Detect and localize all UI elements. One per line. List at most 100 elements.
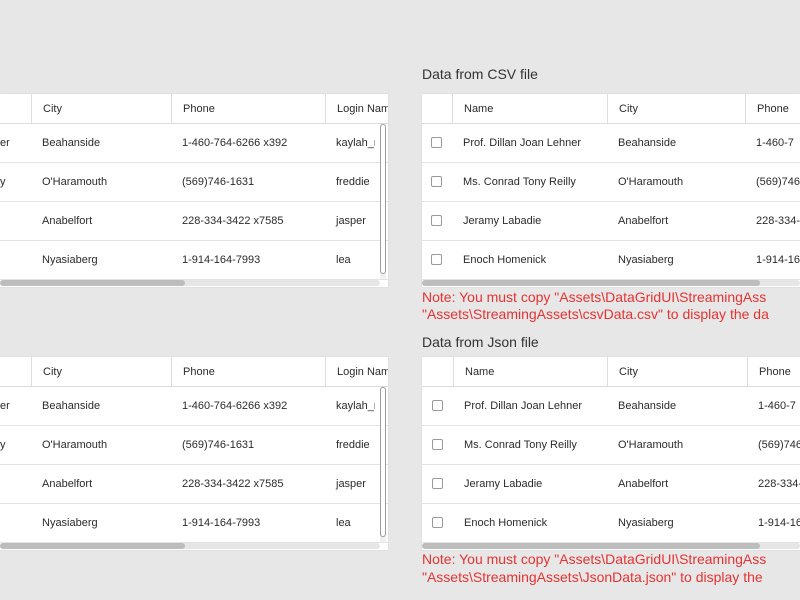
row-checkbox[interactable] <box>431 254 442 265</box>
name-cell: y <box>0 439 6 451</box>
vertical-scroll-thumb[interactable] <box>380 124 386 274</box>
login-cell: lea <box>336 517 351 529</box>
json-grid: Name City Phone Prof. Dillan Joan Lehner… <box>422 357 800 550</box>
name-cell <box>0 241 31 279</box>
header-select[interactable] <box>422 357 453 386</box>
horizontal-scroll-thumb[interactable] <box>422 280 760 286</box>
row-checkbox[interactable] <box>432 478 443 489</box>
row-checkbox[interactable] <box>432 400 443 411</box>
phone-cell: (569)746 <box>758 439 800 451</box>
city-cell: Nyasiaberg <box>618 517 674 529</box>
table-row[interactable]: Nyasiaberg 1-914-164-7993 lea <box>0 241 388 280</box>
grid-header: Name City Phone <box>422 357 800 387</box>
name-cell: Ms. Conrad Tony Reilly <box>464 439 577 451</box>
phone-cell: (569)746 <box>756 176 800 188</box>
table-row[interactable]: Ms. Conrad Tony Reilly O'Haramouth (569)… <box>422 163 800 202</box>
header-city[interactable]: City <box>607 357 747 386</box>
city-cell: Nyasiaberg <box>42 254 98 266</box>
json-note-line1: Note: You must copy "Assets\DataGridUI\S… <box>422 551 767 567</box>
name-cell: Jeramy Labadie <box>463 215 542 227</box>
city-cell: Anabelfort <box>618 478 669 490</box>
csv-grid: Name City Phone Prof. Dillan Joan Lehner… <box>422 94 800 287</box>
header-phone[interactable]: Phone <box>171 357 325 386</box>
city-cell: O'Haramouth <box>42 439 108 451</box>
csv-section-title: Data from CSV file <box>422 66 538 82</box>
name-cell <box>0 465 31 503</box>
phone-cell: 1-460-764-6266 x392 <box>182 400 288 412</box>
header-name[interactable]: Name <box>452 94 607 123</box>
table-row[interactable]: Ms. Conrad Tony Reilly O'Haramouth (569)… <box>422 426 800 465</box>
table-row[interactable]: y O'Haramouth (569)746-1631 freddie <box>0 163 388 202</box>
header-phone[interactable]: Phone <box>747 357 800 386</box>
table-row[interactable]: Prof. Dillan Joan Lehner Beahanside 1-46… <box>422 387 800 426</box>
phone-cell: 1-460-7 <box>758 400 796 412</box>
phone-cell: 1-460-7 <box>756 137 794 149</box>
login-cell: freddie <box>336 439 370 451</box>
header-name[interactable]: Name <box>453 357 607 386</box>
table-row[interactable]: Jeramy Labadie Anabelfort 228-334- <box>422 465 800 504</box>
table-row[interactable]: Enoch Homenick Nyasiaberg 1-914-16 <box>422 504 800 543</box>
table-row[interactable]: Enoch Homenick Nyasiaberg 1-914-16 <box>422 241 800 280</box>
header-city[interactable]: City <box>31 357 171 386</box>
name-cell <box>0 202 31 240</box>
table-row[interactable]: er Beahanside 1-460-764-6266 x392 kaylah… <box>0 387 388 426</box>
grid-header: City Phone Login Nam <box>0 94 388 124</box>
phone-cell: 1-914-164-7993 <box>182 254 261 266</box>
phone-cell: 1-914-16 <box>758 517 800 529</box>
header-phone[interactable]: Phone <box>171 94 325 123</box>
header-name-tail[interactable] <box>0 357 31 386</box>
name-cell: Prof. Dillan Joan Lehner <box>464 400 583 412</box>
table-row[interactable]: Jeramy Labadie Anabelfort 228-334- <box>422 202 800 241</box>
name-cell: Jeramy Labadie <box>464 478 543 490</box>
horizontal-scrollbar[interactable] <box>422 280 800 286</box>
left-bottom-grid: City Phone Login Nam er Beahanside 1-460… <box>0 357 388 550</box>
vertical-scrollbar[interactable] <box>380 124 386 279</box>
name-cell: er <box>0 400 10 412</box>
header-phone[interactable]: Phone <box>745 94 800 123</box>
header-select[interactable] <box>422 94 452 123</box>
header-login[interactable]: Login Nam <box>325 94 388 123</box>
name-cell: Prof. Dillan Joan Lehner <box>463 137 582 149</box>
city-cell: Nyasiaberg <box>42 517 98 529</box>
table-row[interactable]: Anabelfort 228-334-3422 x7585 jasper <box>0 202 388 241</box>
phone-cell: 1-460-764-6266 x392 <box>182 137 288 149</box>
header-city[interactable]: City <box>31 94 171 123</box>
header-city[interactable]: City <box>607 94 745 123</box>
table-row[interactable]: er Beahanside 1-460-764-6266 x392 kaylah… <box>0 124 388 163</box>
horizontal-scrollbar[interactable] <box>422 543 800 549</box>
login-cell: kaylah_m <box>336 137 375 149</box>
table-row[interactable]: Anabelfort 228-334-3422 x7585 jasper <box>0 465 388 504</box>
city-cell: Nyasiaberg <box>618 254 674 266</box>
horizontal-scroll-thumb[interactable] <box>0 280 185 286</box>
horizontal-scroll-thumb[interactable] <box>0 543 185 549</box>
row-checkbox[interactable] <box>432 517 443 528</box>
horizontal-scrollbar[interactable] <box>0 543 380 549</box>
city-cell: Beahanside <box>618 137 677 149</box>
vertical-scroll-thumb[interactable] <box>380 387 386 537</box>
table-row[interactable]: Prof. Dillan Joan Lehner Beahanside 1-46… <box>422 124 800 163</box>
login-cell: jasper <box>336 478 366 490</box>
csv-note-line2: "Assets\StreamingAssets\csvData.csv" to … <box>422 306 769 322</box>
row-checkbox[interactable] <box>432 439 443 450</box>
phone-cell: 228-334-3422 x7585 <box>182 478 284 490</box>
phone-cell: 228-334- <box>756 215 800 227</box>
horizontal-scroll-thumb[interactable] <box>422 543 760 549</box>
header-name-tail[interactable] <box>0 94 31 123</box>
table-row[interactable]: Nyasiaberg 1-914-164-7993 lea <box>0 504 388 543</box>
phone-cell: (569)746-1631 <box>182 176 255 188</box>
login-cell: lea <box>336 254 351 266</box>
phone-cell: 228-334- <box>758 478 800 490</box>
city-cell: Anabelfort <box>42 478 93 490</box>
row-checkbox[interactable] <box>431 215 442 226</box>
row-checkbox[interactable] <box>431 176 442 187</box>
row-checkbox[interactable] <box>431 137 442 148</box>
vertical-scrollbar[interactable] <box>380 387 386 542</box>
city-cell: Anabelfort <box>618 215 669 227</box>
header-login[interactable]: Login Nam <box>325 357 388 386</box>
name-cell <box>0 504 31 542</box>
grid-header: City Phone Login Nam <box>0 357 388 387</box>
table-row[interactable]: y O'Haramouth (569)746-1631 freddie <box>0 426 388 465</box>
horizontal-scrollbar[interactable] <box>0 280 380 286</box>
city-cell: Anabelfort <box>42 215 93 227</box>
name-cell: Ms. Conrad Tony Reilly <box>463 176 576 188</box>
